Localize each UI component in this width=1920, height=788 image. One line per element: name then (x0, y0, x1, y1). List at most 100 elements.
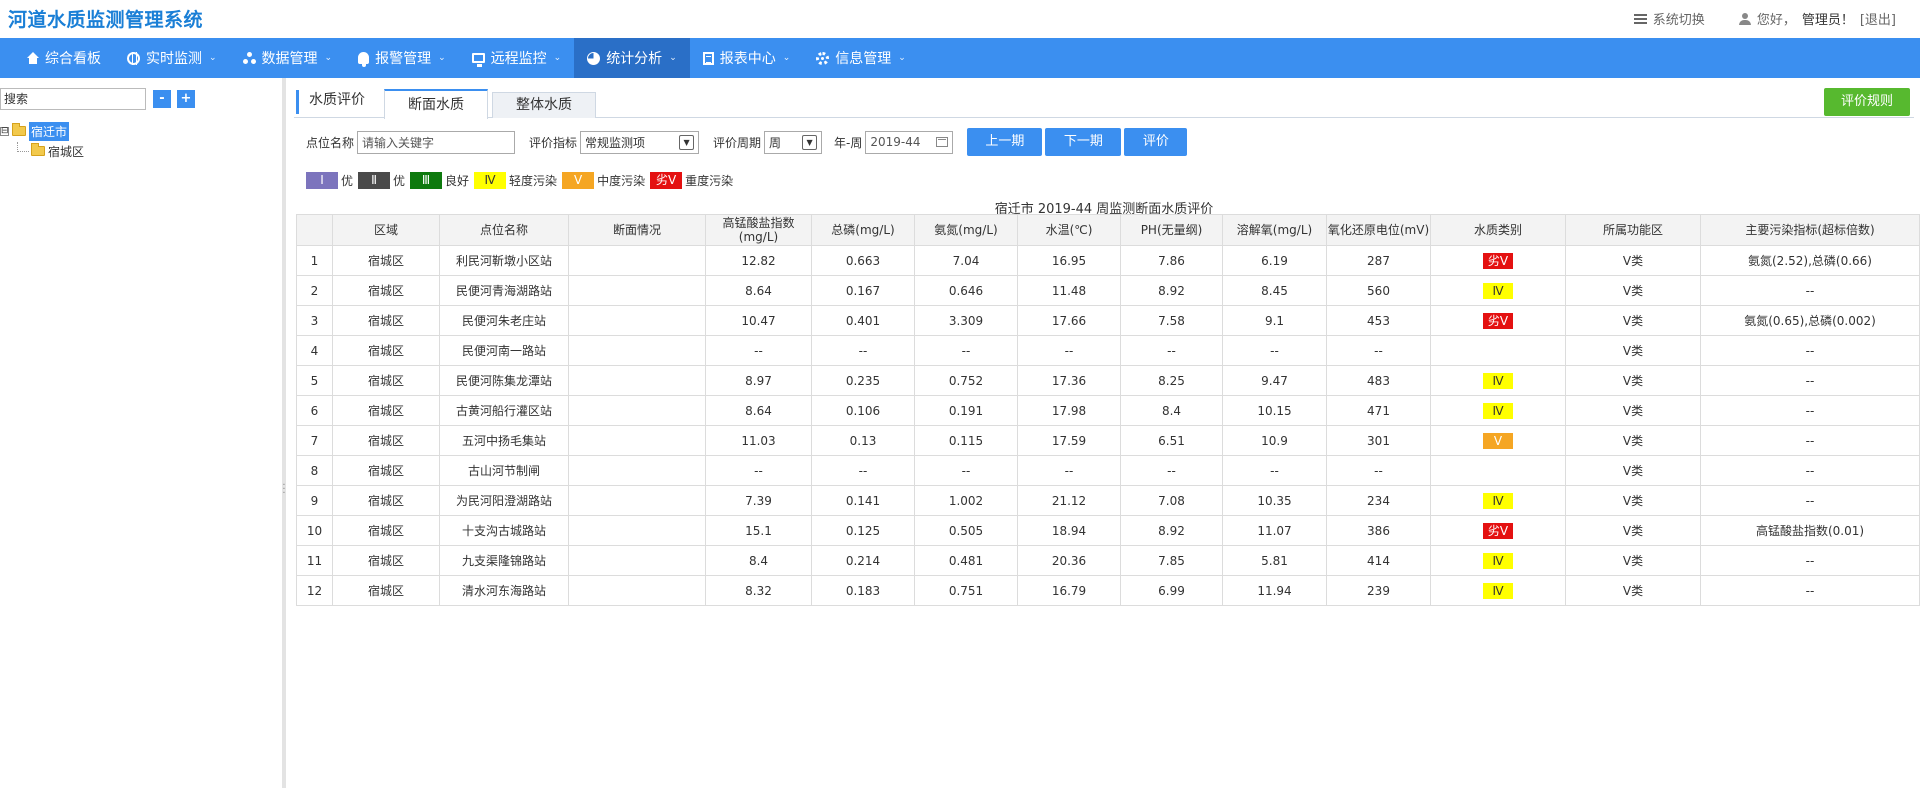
tree-node-label[interactable]: 宿迁市 (29, 121, 70, 141)
expand-all-button[interactable]: + (177, 90, 195, 108)
table-cell: 471 (1326, 395, 1431, 426)
system-switch-icon[interactable] (1633, 13, 1647, 24)
legend-label: 良好 (445, 174, 470, 188)
table-cell: -- (1700, 365, 1920, 396)
legend-label: 优 (393, 174, 406, 188)
table-cell: 5 (296, 365, 333, 396)
table-cell: 16.79 (1017, 575, 1121, 606)
table-cell: -- (705, 455, 812, 486)
table-cell: Ⅴ类 (1565, 485, 1701, 516)
table-row[interactable]: 4 宿城区 民便河南一路站 -- -- -- -- -- -- -- Ⅴ类 -- (296, 335, 1920, 366)
table-cell: 8.32 (705, 575, 812, 606)
table-cell: 1.002 (914, 485, 1018, 516)
table-cell: -- (1700, 545, 1920, 576)
collapse-all-button[interactable]: - (153, 90, 171, 108)
table-cell (568, 425, 706, 456)
table-cell: Ⅴ类 (1565, 245, 1701, 276)
table-cell: 劣Ⅴ (1430, 245, 1566, 276)
table-cell (568, 575, 706, 606)
table-cell: -- (1017, 455, 1121, 486)
table-cell: Ⅳ (1430, 395, 1566, 426)
table-cell: 8.45 (1222, 275, 1327, 306)
legend-label: 重度污染 (685, 174, 734, 188)
nav-item-label: 信息管理 (835, 51, 892, 67)
table-row[interactable]: 9 宿城区 为民河阳澄湖路站 7.39 0.141 1.002 21.12 7.08 10.35… (296, 485, 1920, 516)
table-row[interactable]: 11 宿城区 九支渠隆锦路站 8.4 0.214 0.481 20.36 7.85 5.81 41… (296, 545, 1920, 576)
table-row[interactable]: 8 宿城区 古山河节制闸 -- -- -- -- -- -- -- Ⅴ类 -- (296, 455, 1920, 486)
evaluate-button[interactable]: 评价 (1124, 128, 1188, 156)
report-icon (702, 51, 714, 65)
nav-item-6[interactable]: 报表中心 ⌄ (690, 38, 804, 78)
table-cell (1430, 455, 1566, 486)
nav-item-2[interactable]: 数据管理 ⌄ (230, 38, 346, 78)
user-icon (1738, 12, 1751, 25)
table-cell: -- (1700, 485, 1920, 516)
table-cell: 0.191 (914, 395, 1018, 426)
nav-item-7[interactable]: 信息管理 ⌄ (803, 38, 919, 78)
tree-node-label[interactable]: 宿城区 (48, 143, 84, 160)
table-cell: 劣Ⅴ (1430, 305, 1566, 336)
table-cell: 20.36 (1017, 545, 1121, 576)
system-switch-link[interactable]: 系统切换 (1653, 9, 1705, 28)
previous-period-button[interactable]: 上一期 (967, 128, 1043, 156)
table-cell: 0.235 (811, 365, 915, 396)
quality-class-badge: Ⅳ (1483, 402, 1513, 419)
column-header: PH(无量纲) (1120, 214, 1223, 246)
index-label: 评价指标 (529, 135, 578, 150)
tree-node-root[interactable]: ⊟ 宿迁市 (0, 121, 84, 141)
table-cell: 宿城区 (332, 305, 440, 336)
table-row[interactable]: 5 宿城区 民便河陈集龙潭站 8.97 0.235 0.752 17.36 8.25 9.47 4… (296, 365, 1920, 396)
table-cell: -- (914, 455, 1018, 486)
tree-search-input[interactable]: 搜索 (0, 88, 146, 110)
table-row[interactable]: 2 宿城区 民便河青海湖路站 8.64 0.167 0.646 11.48 8.92 8.45 5… (296, 275, 1920, 306)
top-right-area: 系统切换 您好， 管理员！ [退出] (1633, 9, 1896, 28)
table-row[interactable]: 12 宿城区 清水河东海路站 8.32 0.183 0.751 16.79 6.99 11.94… (296, 575, 1920, 606)
tree-node-child[interactable]: 宿城区 (0, 142, 84, 160)
gear-icon (816, 51, 830, 65)
legend-label: 轻度污染 (509, 174, 558, 188)
index-select[interactable]: 常规监测项 ▼ (580, 130, 700, 154)
app-title: 河道水质监测管理系统 (8, 9, 204, 31)
tree-collapse-icon[interactable]: ⊟ (0, 126, 9, 136)
nav-item-3[interactable]: 报警管理 ⌄ (345, 38, 459, 78)
column-header: 主要污染指标(超标倍数) (1700, 214, 1920, 246)
splitter-grip-icon[interactable]: · · · (279, 481, 289, 499)
period-label: 评价周期 (713, 135, 762, 150)
nav-item-5[interactable]: 统计分析 ⌄ (574, 38, 690, 78)
table-row[interactable]: 7 宿城区 五河中扬毛集站 11.03 0.13 0.115 17.59 6.51 10.9 30… (296, 425, 1920, 456)
tab-overall-quality[interactable]: 整体水质 (492, 92, 596, 118)
table-cell: 7.85 (1120, 545, 1223, 576)
column-header: 总磷(mg/L) (811, 214, 915, 246)
table-cell: 8.92 (1120, 515, 1223, 546)
logout-link[interactable]: [退出] (1860, 9, 1896, 28)
table-cell: -- (1326, 335, 1431, 366)
nav-item-1[interactable]: 实时监测 ⌄ (114, 38, 230, 78)
table-cell: 氨氮(0.65),总磷(0.002) (1700, 305, 1920, 336)
tab-section-quality[interactable]: 断面水质 (384, 89, 488, 119)
nav-item-4[interactable]: 远程监控 ⌄ (459, 38, 575, 78)
year-week-input[interactable]: 2019-44 (865, 130, 954, 154)
evaluation-rules-button[interactable]: 评价规则 (1824, 88, 1910, 116)
table-cell: 11.94 (1222, 575, 1327, 606)
filter-bar: 点位名称 请输入关键字 评价指标 常规监测项 ▼ 评价周期 周 ▼ 年-周 20… (294, 128, 1188, 156)
table-cell: 386 (1326, 515, 1431, 546)
nav-item-0[interactable]: 综合看板 (14, 38, 114, 78)
table-row[interactable]: 10 宿城区 十支沟古城路站 15.1 0.125 0.505 18.94 8.92 11.07… (296, 515, 1920, 546)
table-row[interactable]: 3 宿城区 民便河朱老庄站 10.47 0.401 3.309 17.66 7.58 9.1 45… (296, 305, 1920, 336)
chevron-down-icon: ⌄ (438, 53, 446, 63)
table-cell: 0.752 (914, 365, 1018, 396)
quality-class-badge: Ⅴ (1483, 432, 1513, 449)
period-select[interactable]: 周 ▼ (764, 130, 823, 154)
username: 管理员！ (1801, 13, 1854, 28)
sidebar-splitter[interactable] (282, 78, 286, 788)
table-cell (568, 515, 706, 546)
table-row[interactable]: 6 宿城区 古黄河船行灌区站 8.64 0.106 0.191 17.98 8.4 10.15 4… (296, 395, 1920, 426)
table-cell: Ⅴ (1430, 425, 1566, 456)
site-name-input[interactable]: 请输入关键字 (357, 130, 516, 154)
table-cell: -- (1222, 455, 1327, 486)
table-row[interactable]: 1 宿城区 利民河靳墩小区站 12.82 0.663 7.04 16.95 7.86 6.19 2… (296, 245, 1920, 276)
tab-bar: 水质评价 断面水质 整体水质 (294, 88, 1914, 119)
table-cell: -- (914, 335, 1018, 366)
calendar-icon[interactable] (936, 137, 949, 147)
next-period-button[interactable]: 下一期 (1045, 128, 1122, 156)
